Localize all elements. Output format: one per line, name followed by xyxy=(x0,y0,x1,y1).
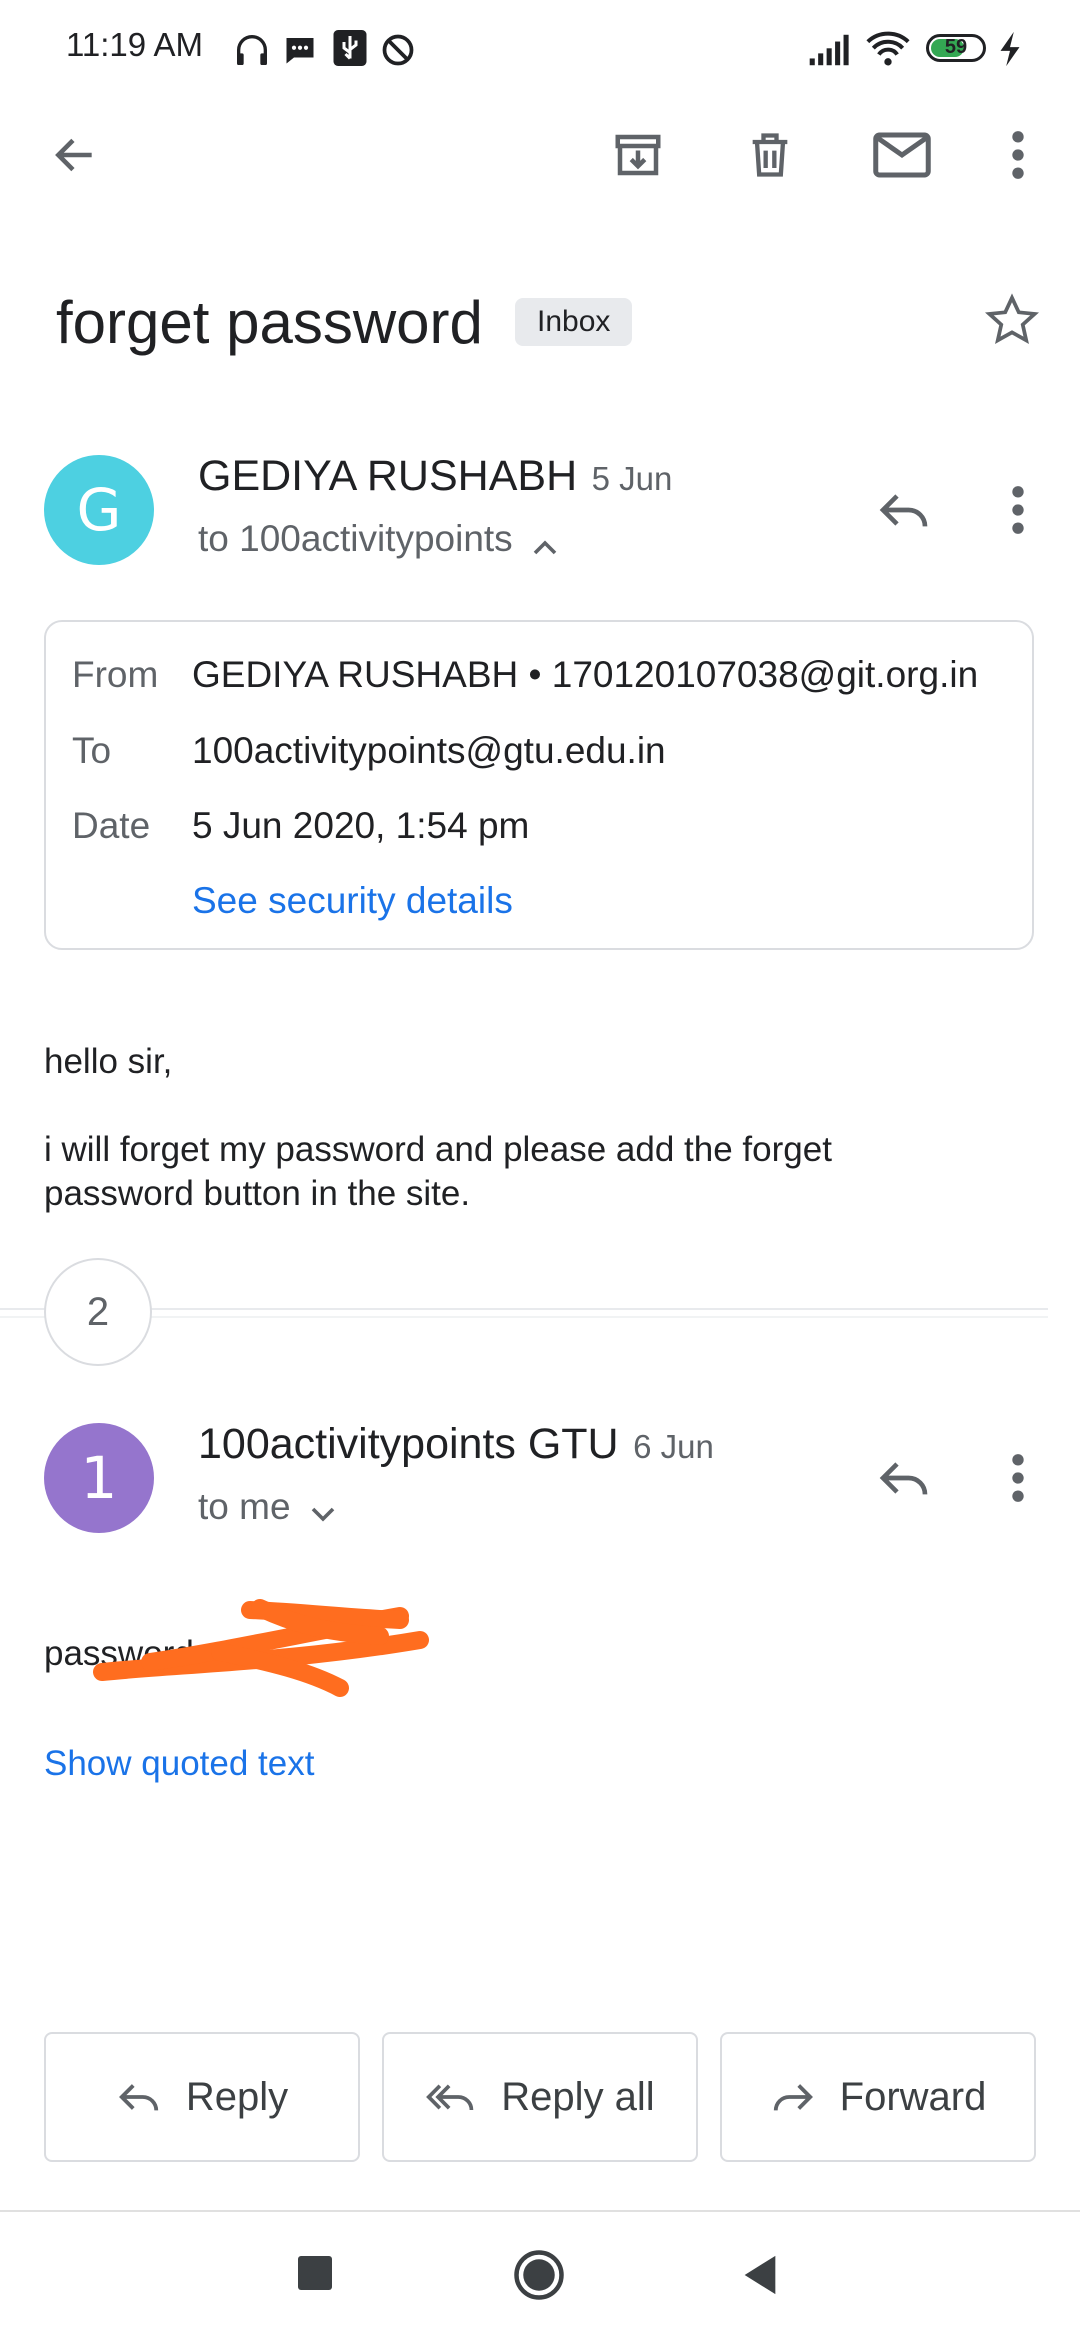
message2-sender-line: 100activitypoints GTU 6 Jun xyxy=(198,1420,714,1469)
back-nav-button[interactable] xyxy=(740,2252,780,2298)
message2-more-button[interactable] xyxy=(978,1438,1058,1518)
to-value: 100activitypoints@gtu.edu.in xyxy=(192,730,666,771)
more-vert-icon xyxy=(1012,1454,1024,1502)
mark-unread-button[interactable] xyxy=(862,115,942,195)
body-line: i will forget my password and please add… xyxy=(44,1130,832,1169)
thread-divider xyxy=(0,1316,1048,1318)
body-greeting: hello sir, xyxy=(44,1042,173,1081)
reply-icon xyxy=(879,1462,928,1495)
status-time: 11:19 AM xyxy=(66,26,203,63)
collapsed-messages-count[interactable]: 2 xyxy=(44,1258,152,1366)
message-date: 6 Jun xyxy=(633,1428,714,1465)
signal-icon xyxy=(809,34,849,66)
message-icon xyxy=(286,38,314,64)
recipients-toggle[interactable]: to me xyxy=(198,1486,337,1528)
reply-all-button-label: Reply all xyxy=(501,2074,655,2119)
chevron-up-icon xyxy=(533,540,557,555)
data-saver-icon xyxy=(382,34,414,66)
thread-divider xyxy=(0,1308,1048,1310)
show-quoted-text-link[interactable]: Show quoted text xyxy=(44,1744,314,1784)
recipients-summary: to me xyxy=(198,1486,291,1527)
security-details-link[interactable]: See security details xyxy=(192,880,513,922)
reply-icon xyxy=(879,494,928,527)
home-button[interactable] xyxy=(512,2248,566,2302)
reply-all-icon xyxy=(426,2084,474,2111)
date-label: Date xyxy=(72,805,151,846)
sender-name: GEDIYA RUSHABH xyxy=(198,452,578,500)
battery-icon: 59 xyxy=(926,34,986,62)
reply-button[interactable]: Reply xyxy=(44,2032,360,2162)
from-value: GEDIYA RUSHABH • 170120107038@git.org.in xyxy=(192,654,979,695)
delete-icon xyxy=(752,133,788,177)
reply-button-message1[interactable] xyxy=(864,470,944,550)
sender-avatar[interactable]: G xyxy=(44,455,154,565)
reply-button-message2[interactable] xyxy=(864,1438,944,1518)
more-options-button[interactable] xyxy=(978,115,1058,195)
message1-sender-line: GEDIYA RUSHABH 5 Jun xyxy=(198,452,672,501)
from-label: From xyxy=(72,654,159,695)
email-subject: forget password xyxy=(56,289,483,356)
mark-unread-icon xyxy=(873,132,931,178)
wifi-icon xyxy=(866,31,910,66)
body-line: password button in the site. xyxy=(44,1174,471,1213)
inbox-label[interactable]: Inbox xyxy=(515,298,633,346)
redaction-scribble xyxy=(93,1599,429,1697)
reply-icon xyxy=(118,2084,159,2111)
reply-all-button[interactable]: Reply all xyxy=(382,2032,698,2162)
sender-name: 100activitypoints GTU xyxy=(198,1420,619,1468)
reply-button-label: Reply xyxy=(185,2074,289,2119)
battery-level: 59 xyxy=(944,36,968,58)
back-button[interactable] xyxy=(35,115,115,195)
message-date: 5 Jun xyxy=(591,460,673,497)
back-arrow-icon xyxy=(55,138,92,172)
message1-more-button[interactable] xyxy=(978,470,1058,550)
recents-button[interactable] xyxy=(298,2256,332,2290)
archive-button[interactable] xyxy=(598,115,678,195)
forward-icon xyxy=(773,2084,813,2111)
forward-button[interactable]: Forward xyxy=(720,2032,1036,2162)
sender-avatar[interactable]: 1 xyxy=(44,1423,154,1533)
forward-button-label: Forward xyxy=(839,2074,987,2119)
recipients-toggle[interactable]: to 100activitypoints xyxy=(198,518,559,560)
star-icon[interactable] xyxy=(984,292,1040,348)
headphones-icon xyxy=(237,35,267,65)
charging-icon xyxy=(1000,31,1020,67)
more-vert-icon xyxy=(1012,486,1024,534)
chevron-down-icon xyxy=(311,1507,335,1522)
recipients-summary: to 100activitypoints xyxy=(198,518,513,559)
delete-button[interactable] xyxy=(730,115,810,195)
archive-icon xyxy=(615,134,661,176)
date-value: 5 Jun 2020, 1:54 pm xyxy=(192,805,530,846)
to-label: To xyxy=(72,730,112,771)
more-vert-icon xyxy=(1012,131,1024,179)
usb-icon xyxy=(333,30,367,66)
